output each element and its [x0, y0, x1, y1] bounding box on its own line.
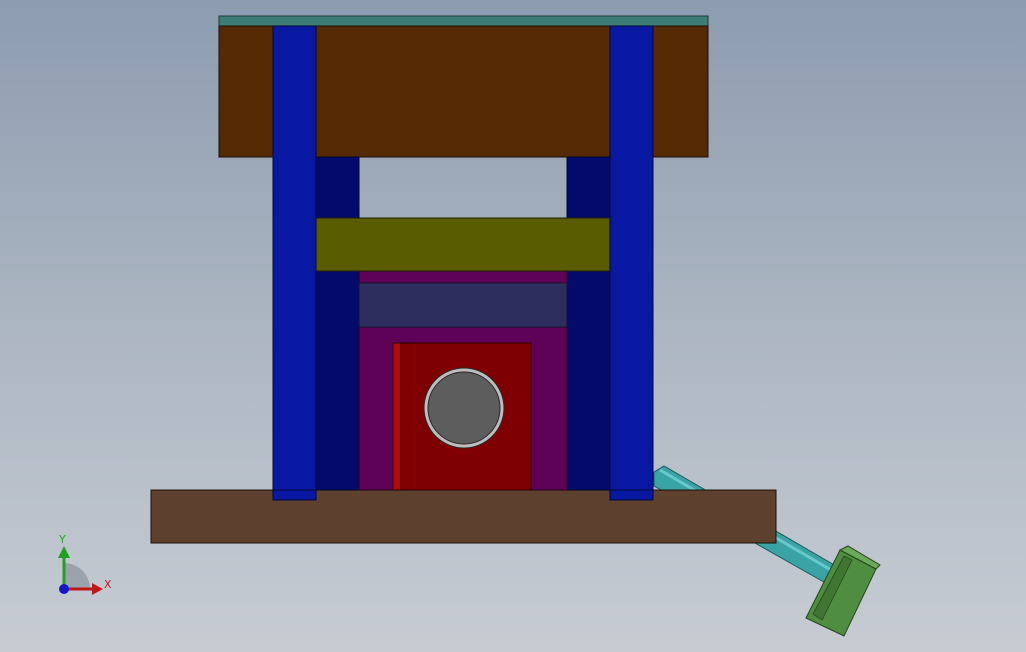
guide-bushing-right[interactable] — [566, 156, 611, 491]
coordinate-triad: Y X — [58, 533, 112, 595]
triad-arc — [64, 563, 90, 589]
top-plate-edge[interactable] — [218, 15, 709, 27]
punch[interactable] — [423, 367, 505, 449]
punch-face[interactable] — [427, 371, 501, 445]
stripper-plate[interactable] — [358, 282, 568, 328]
x-axis-arrow — [92, 583, 103, 595]
y-axis-label: Y — [58, 533, 66, 546]
guide-pillar-right[interactable] — [609, 25, 654, 501]
guide-pillar-left[interactable] — [272, 25, 317, 501]
upper-pad[interactable] — [305, 217, 622, 272]
y-axis-arrow — [58, 546, 70, 558]
guide-bushing-left[interactable] — [315, 156, 360, 491]
cad-viewport[interactable]: Y X — [0, 0, 1026, 652]
base-plate[interactable] — [150, 489, 777, 544]
backing-plate[interactable] — [358, 269, 568, 284]
x-axis-label: X — [104, 578, 112, 591]
z-axis-dot — [59, 584, 69, 594]
die-insert-edge — [392, 342, 402, 491]
